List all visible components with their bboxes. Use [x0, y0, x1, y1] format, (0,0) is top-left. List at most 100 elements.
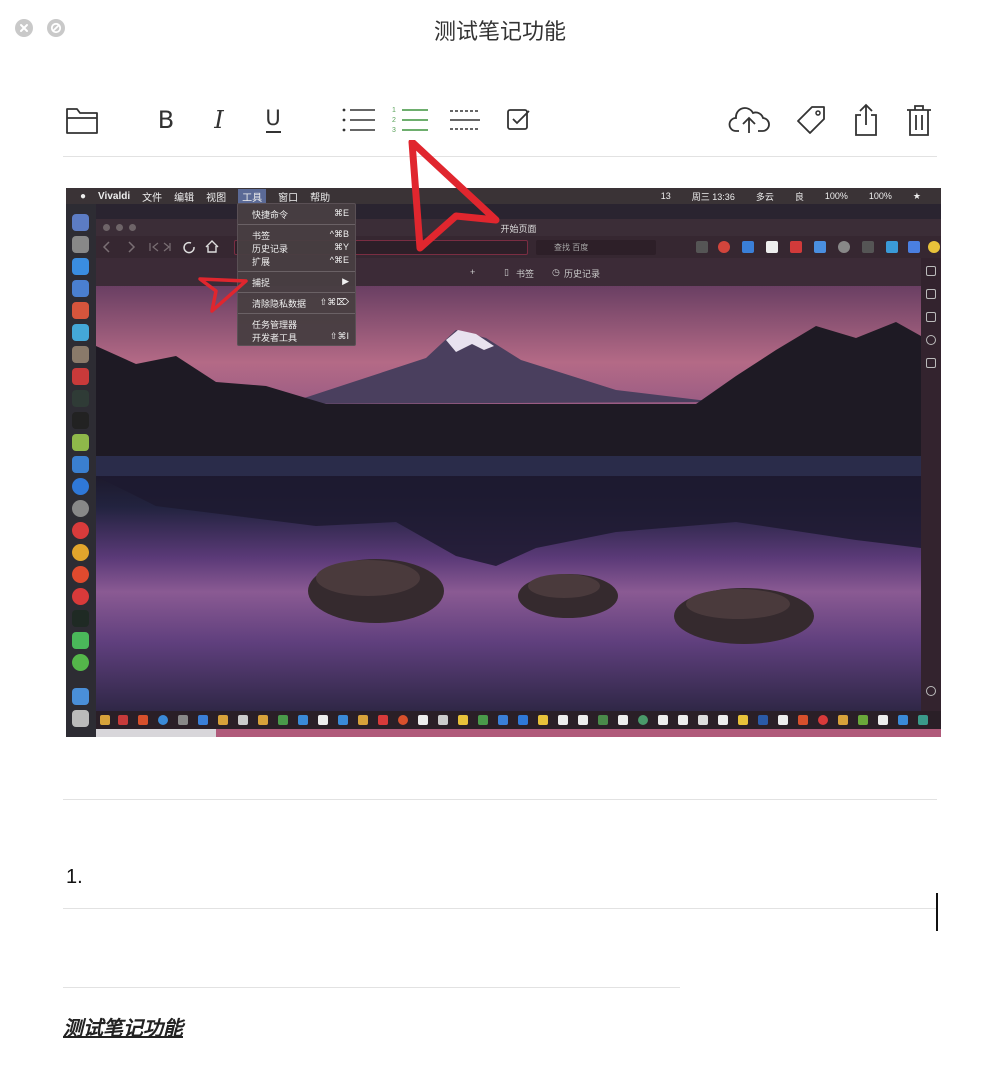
status-icon: [918, 715, 928, 725]
mac-status-area: 13 周三 13:36 多云 良 100% 100% ★: [661, 188, 933, 204]
menu-item-quick-commands: 快捷命令 ⌘E: [252, 208, 349, 220]
bullet-list-button[interactable]: [338, 95, 378, 145]
history-icon: ◷: [552, 267, 560, 277]
extension-icon: [928, 241, 940, 253]
extension-icon: [766, 241, 778, 253]
extension-icon: [718, 241, 730, 253]
status-icon: [158, 715, 168, 725]
trash-icon: [907, 105, 931, 136]
share-button[interactable]: [849, 95, 883, 145]
cloud-upload-button[interactable]: [728, 95, 770, 145]
status-icon: [398, 715, 408, 725]
status-icon: [618, 715, 628, 725]
chrome-icon: [72, 544, 89, 561]
cloud-upload-icon: [728, 107, 770, 133]
underline-bar: [265, 131, 281, 133]
volume-text: 100%: [824, 191, 848, 201]
app-icon: [72, 610, 89, 627]
browser-status-bar: [96, 711, 941, 729]
weather-text: 多云: [755, 191, 774, 202]
status-icon: [478, 715, 488, 725]
checkbox-button[interactable]: [502, 95, 534, 145]
history-label: 历史记录: [564, 269, 601, 279]
app-store-icon: [72, 478, 89, 495]
italic-button[interactable]: I: [203, 95, 235, 145]
status-icon: [858, 715, 868, 725]
status-icon: [898, 715, 908, 725]
extension-icon: [862, 241, 874, 253]
tag-button[interactable]: [794, 95, 828, 145]
status-icon: [658, 715, 668, 725]
content-divider: [63, 908, 937, 909]
numbered-list-item[interactable]: 1.: [66, 866, 83, 889]
window-titlebar: 测试笔记功能: [0, 0, 1000, 56]
app-icon: [72, 566, 89, 583]
app-icon: [72, 302, 89, 319]
menu-item-capture: 捕捉 ▶: [252, 276, 349, 288]
bold-button[interactable]: B: [150, 95, 182, 145]
embedded-screenshot[interactable]: ● Vivaldi 文件 编辑 视图 工具 窗口 帮助 13 周三 13:36 …: [66, 188, 941, 737]
status-icon: [838, 715, 848, 725]
folder-button[interactable]: [62, 95, 102, 145]
status-icon: [138, 715, 148, 725]
vivaldi-icon: [72, 588, 89, 605]
extension-icon: [742, 241, 754, 253]
app-icon: [72, 346, 89, 363]
status-icon: [518, 715, 528, 725]
app-icon: [72, 434, 89, 451]
status-icon: [178, 715, 188, 725]
app-icon: [72, 324, 89, 341]
status-icon: [298, 715, 308, 725]
status-icon: [758, 715, 768, 725]
italic-label: I: [214, 106, 224, 134]
status-icon: [578, 715, 588, 725]
menu-help: 帮助: [310, 192, 331, 204]
extension-icon: [886, 241, 898, 253]
bullet-list-icon: [342, 108, 375, 132]
status-icon: [418, 715, 428, 725]
status-icon: [218, 715, 228, 725]
underline-label: U: [265, 106, 281, 131]
menu-edit: 编辑: [174, 192, 195, 204]
trash-icon: [72, 710, 89, 727]
extension-icon: [814, 241, 826, 253]
status-icon: [118, 715, 128, 725]
menu-file: 文件: [142, 192, 163, 204]
extension-icon: [696, 241, 708, 253]
status-icon: [100, 715, 110, 725]
content-divider: [63, 987, 680, 988]
browser-titlebar: 开始页面: [96, 219, 941, 236]
app-icon: [72, 522, 89, 539]
status-icon: [238, 715, 248, 725]
menu-item-clear-private-data: 清除隐私数据 ⇧⌘⌦: [252, 297, 349, 309]
annotation-arrow-icon: [198, 277, 248, 313]
note-title-text[interactable]: 测试笔记功能: [63, 1012, 183, 1041]
menu-item-developer-tools: 开发者工具 ⇧⌘I: [252, 331, 349, 343]
menu-item-extensions: 扩展 ^⌘E: [252, 255, 349, 267]
app-icon: [72, 632, 89, 649]
status-icon: [798, 715, 808, 725]
window-title: 测试笔记功能: [433, 20, 566, 45]
status-icon: [718, 715, 728, 725]
divider-line-button[interactable]: [446, 95, 484, 145]
air-quality-text: 良: [794, 191, 804, 202]
window-icon: [926, 358, 936, 368]
notes-icon: [926, 312, 936, 322]
status-icon: [498, 715, 508, 725]
numbered-list-button[interactable]: 1 2 3: [390, 95, 430, 145]
left-dock: [66, 204, 96, 737]
mountain-lake-illustration: [96, 322, 921, 644]
numbered-list-digit: 2: [392, 117, 396, 124]
app-icon: [72, 456, 89, 473]
status-icon: [438, 715, 448, 725]
settings-icon: [926, 686, 936, 696]
safari-icon: [72, 258, 89, 275]
browser-side-panel: [921, 258, 941, 737]
status-icon: [378, 715, 388, 725]
underline-button[interactable]: U: [257, 95, 289, 145]
folder-icon: [72, 688, 89, 705]
delete-button[interactable]: [902, 95, 936, 145]
add-speed-dial: +: [470, 267, 476, 277]
history-icon: [926, 335, 936, 345]
menu-separator: [238, 313, 355, 314]
